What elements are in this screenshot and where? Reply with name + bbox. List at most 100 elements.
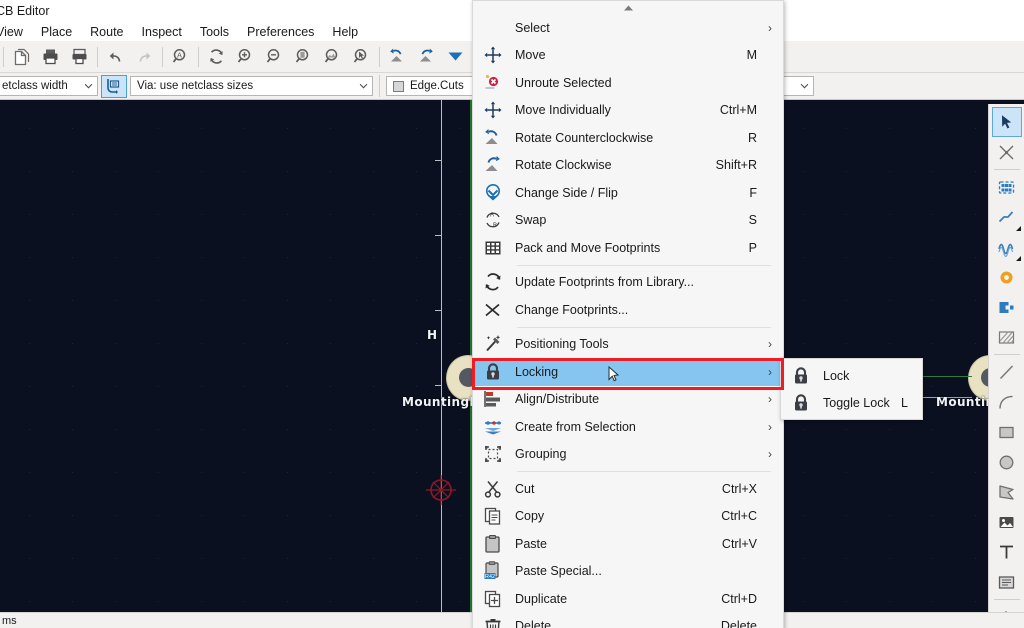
menu-item-label: Change Side / Flip (515, 185, 618, 200)
plot-icon[interactable] (65, 43, 94, 71)
highlight-net-icon[interactable] (992, 137, 1022, 167)
menubar-item-tools[interactable]: Tools (191, 24, 238, 40)
move-individually-icon (473, 97, 513, 124)
zoom-fit-page-icon[interactable] (289, 43, 318, 71)
menubar-item-route[interactable]: Route (81, 24, 132, 40)
canvas-tick (435, 235, 442, 236)
draw-circle-icon[interactable] (992, 447, 1022, 477)
context-menu-item-swap[interactable]: A B Swap S (473, 207, 783, 235)
grouping-icon (473, 441, 513, 468)
redo-icon[interactable] (130, 43, 159, 71)
cursor-select-icon[interactable] (991, 107, 1022, 137)
window-title: CB Editor (0, 4, 50, 18)
context-menu-item-change-footprints[interactable]: Change Footprints... (473, 296, 783, 324)
zoom-selection-icon[interactable] (347, 43, 376, 71)
chevron-right-icon: › (768, 419, 772, 434)
context-menu-item-cut[interactable]: Cut Ctrl+X (473, 475, 783, 503)
refresh-icon[interactable] (202, 43, 231, 71)
locking-submenu[interactable]: Lock Toggle Lock L (780, 358, 923, 420)
align-distribute-icon (473, 386, 513, 413)
add-text-icon[interactable] (992, 537, 1022, 567)
undo-icon[interactable] (101, 43, 130, 71)
menu-item-label: Rotate Clockwise (515, 158, 612, 173)
zoom-fit-objects-icon[interactable] (318, 43, 347, 71)
add-via-icon[interactable] (992, 262, 1022, 292)
canvas-label: Mountin (936, 395, 995, 409)
chevron-down-icon (1015, 226, 1021, 231)
draw-arc-icon[interactable] (992, 387, 1022, 417)
route-diff-pair-icon[interactable] (992, 232, 1022, 262)
context-menu-item-positioning-tools[interactable]: Positioning Tools › (473, 331, 783, 359)
route-track-icon[interactable] (992, 202, 1022, 232)
find-icon[interactable]: A (166, 43, 195, 71)
new-board-icon[interactable] (7, 43, 36, 71)
toolbar-separator (198, 46, 199, 67)
toolbar-separator (993, 599, 1020, 600)
context-menu-item-locking[interactable]: Locking › (473, 358, 783, 386)
menu-item-accelerator: Ctrl+C (721, 509, 757, 524)
rotate-ccw-icon[interactable] (383, 43, 412, 71)
lock-icon (781, 389, 821, 416)
context-menu-item-rotate-counterclockwise[interactable]: Rotate Counterclockwise R (473, 124, 783, 152)
add-rule-area-icon[interactable] (992, 322, 1022, 352)
zoom-in-icon[interactable] (231, 43, 260, 71)
auto-track-width-toggle[interactable] (101, 74, 127, 98)
update-footprints-icon (473, 269, 513, 296)
context-menu-item-paste-special[interactable]: R42 Paste Special... (473, 558, 783, 586)
context-menu-item-create-from-selection[interactable]: Create from Selection › (473, 413, 783, 441)
svg-text:R42: R42 (485, 574, 495, 580)
context-menu-item-select[interactable]: Select › (473, 14, 783, 42)
draw-line-icon[interactable] (992, 357, 1022, 387)
menubar-item-inspect[interactable]: Inspect (133, 24, 191, 40)
menu-item-label: Change Footprints... (515, 302, 629, 317)
menubar-item-view[interactable]: View (0, 24, 32, 40)
chevron-right-icon: › (768, 447, 772, 462)
menu-item-accelerator: Ctrl+D (721, 591, 757, 606)
zoom-out-icon[interactable] (260, 43, 289, 71)
context-menu-item-delete[interactable]: Delete Delete (473, 613, 783, 628)
via-size-select[interactable]: Via: use netclass sizes (130, 76, 373, 96)
canvas-tick (435, 385, 442, 386)
context-menu[interactable]: Select › Move M Unroute Selected Move Individ… (472, 0, 784, 628)
menubar-item-preferences[interactable]: Preferences (238, 24, 323, 40)
print-icon[interactable] (36, 43, 65, 71)
draw-polygon-icon[interactable] (992, 477, 1022, 507)
place-footprint-icon[interactable] (992, 172, 1022, 202)
layer-color-swatch (393, 80, 404, 92)
add-textbox-icon[interactable] (992, 567, 1022, 597)
canvas-tick (435, 310, 442, 311)
track-width-select[interactable]: etclass width (0, 76, 98, 96)
flip-icon[interactable] (441, 43, 470, 71)
context-menu-item-paste[interactable]: Paste Ctrl+V (473, 530, 783, 558)
menu-scroll-up-icon[interactable] (473, 1, 783, 14)
canvas-label: H (427, 328, 438, 342)
context-menu-item-update-footprints-from-library[interactable]: Update Footprints from Library... (473, 269, 783, 297)
add-image-icon[interactable] (992, 507, 1022, 537)
context-menu-item-duplicate[interactable]: Duplicate Ctrl+D (473, 585, 783, 613)
menu-item-label: Paste (515, 536, 547, 551)
menubar-item-place[interactable]: Place (32, 24, 81, 40)
draw-rectangle-icon[interactable] (992, 417, 1022, 447)
context-menu-item-pack-and-move-footprints[interactable]: Pack and Move Footprints P (473, 234, 783, 262)
context-menu-item-rotate-clockwise[interactable]: Rotate Clockwise Shift+R (473, 152, 783, 180)
context-menu-item-grouping[interactable]: Grouping › (473, 441, 783, 469)
add-zone-icon[interactable] (992, 292, 1022, 322)
rotate-cw-icon[interactable] (412, 43, 441, 71)
context-menu-item-move[interactable]: Move M (473, 42, 783, 70)
paste-special-icon: R42 (473, 558, 513, 585)
submenu-item-toggle-lock[interactable]: Toggle Lock L (781, 389, 922, 416)
context-menu-item-copy[interactable]: Copy Ctrl+C (473, 503, 783, 531)
context-menu-item-align-distribute[interactable]: Align/Distribute › (473, 386, 783, 414)
menu-item-accelerator: Ctrl+X (721, 481, 757, 496)
context-menu-item-unroute-selected[interactable]: Unroute Selected (473, 69, 783, 97)
menu-item-accelerator: Delete (720, 619, 757, 628)
chevron-right-icon: › (768, 337, 772, 352)
context-menu-item-change-side-flip[interactable]: Change Side / Flip F (473, 179, 783, 207)
rotate-cw-icon (473, 152, 513, 179)
context-menu-item-move-individually[interactable]: Move Individually Ctrl+M (473, 97, 783, 125)
menubar-item-help[interactable]: Help (323, 24, 367, 40)
menu-item-label: Locking (515, 364, 559, 379)
submenu-item-lock[interactable]: Lock (781, 362, 922, 389)
change-footprints-icon (473, 296, 513, 323)
flip-icon (473, 179, 513, 206)
